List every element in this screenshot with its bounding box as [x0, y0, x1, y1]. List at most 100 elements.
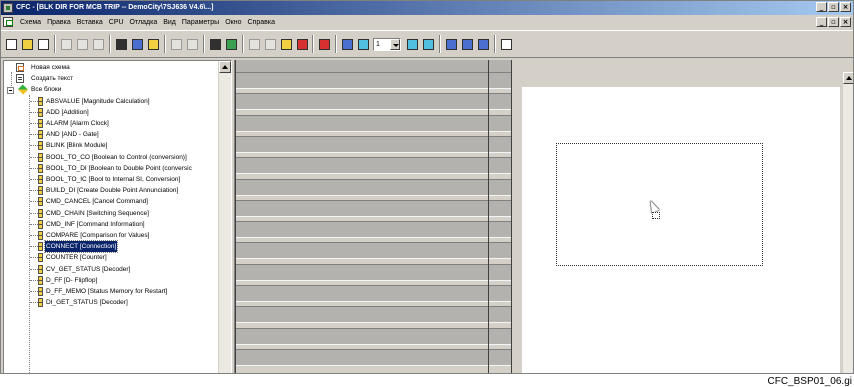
redo-button[interactable] [263, 36, 278, 52]
tree-item[interactable]: AND [AND - Gate] [4, 129, 218, 140]
tree-item[interactable]: CMD_CANCEL [Cancel Command] [4, 196, 218, 207]
tree-item[interactable]: ABSVALUE [Magnitude Calculation] [4, 96, 218, 107]
tree-item[interactable]: CMD_INF [Command Information] [4, 219, 218, 230]
doc-restore-button[interactable]: ▫ [828, 17, 839, 27]
test-button[interactable] [295, 36, 310, 52]
tree-item[interactable]: BUILD_DI [Create Double Point Annunciati… [4, 185, 218, 196]
tree-item[interactable]: D_FF_MEMO [Status Memory for Restart] [4, 286, 218, 297]
collapse-toggle-icon[interactable] [7, 87, 14, 95]
doc-close-button[interactable]: × [840, 17, 851, 27]
maximize-button[interactable]: ▫ [828, 2, 839, 12]
block-catalog-tree[interactable]: Новая схема Создать текст Все блоки ABSVALU… [3, 60, 232, 373]
tree-item[interactable]: ADD [Addition] [4, 107, 218, 118]
overview-button[interactable] [130, 36, 145, 52]
sheet-view-button[interactable] [114, 36, 129, 52]
paste-button[interactable] [91, 36, 106, 52]
undo-icon [249, 38, 260, 50]
tree-item[interactable]: BLINK [Blink Module] [4, 140, 218, 151]
sheet-border-row [235, 221, 512, 239]
zoom-in-button[interactable] [405, 36, 420, 52]
menu-insert[interactable]: Вставка [74, 15, 106, 30]
undo-button[interactable] [247, 36, 262, 52]
document-icon[interactable] [3, 17, 13, 27]
tree-item-label: CMD_CANCEL [Cancel Command] [46, 198, 148, 206]
column-divider [235, 60, 236, 373]
zoom-out-button[interactable] [421, 36, 436, 52]
next-sheet-button[interactable] [185, 36, 200, 52]
print-button[interactable] [36, 36, 51, 52]
prev-sheet-icon [171, 38, 182, 50]
toggle-button[interactable] [356, 36, 371, 52]
window-icon [446, 38, 457, 50]
run-button[interactable] [279, 36, 294, 52]
doc-minimize-button[interactable]: _ [816, 17, 827, 27]
split-button[interactable] [460, 36, 475, 52]
tree-item[interactable]: COUNTER [Counter] [4, 252, 218, 263]
zoom-in-icon [407, 38, 418, 50]
sheet-border-row [235, 178, 512, 196]
tree-item[interactable]: BOOL_TO_IC [Bool to Internal SI, Convers… [4, 174, 218, 185]
level-combo[interactable]: 1 [373, 38, 401, 51]
help-icon [501, 38, 512, 50]
chart-sheet[interactable] [522, 87, 840, 373]
tree-item[interactable]: CONNECT [Connection] [4, 240, 218, 254]
tree-item[interactable]: DI_GET_STATUS [Decoder] [4, 297, 218, 308]
tree-item[interactable]: BOOL_TO_CO [Boolean to Control (conversi… [4, 152, 218, 163]
tree-scrollbar[interactable] [218, 61, 231, 373]
menu-cpu[interactable]: CPU [106, 15, 127, 30]
copy-button[interactable] [75, 36, 90, 52]
cut-button[interactable] [59, 36, 74, 52]
tree-item[interactable]: CMD_CHAIN [Switching Sequence] [4, 208, 218, 219]
menu-help[interactable]: Справка [245, 15, 278, 30]
catalog-icon [226, 38, 237, 50]
toolbar-separator [109, 35, 111, 53]
menu-debug[interactable]: Отладка [127, 15, 161, 30]
tree-item-label: Новая схема [31, 64, 70, 71]
tree-item-label: ALARM [Alarm Clock] [46, 120, 109, 127]
tree-item-label: CMD_CHAIN [Switching Sequence] [46, 209, 149, 217]
block-button[interactable] [208, 36, 223, 52]
block-library-icon [17, 84, 29, 95]
help-button[interactable] [499, 36, 514, 52]
chart-sheet-columns[interactable] [234, 60, 512, 373]
app-icon[interactable] [3, 3, 13, 13]
scroll-up-arrow-icon[interactable] [219, 61, 231, 73]
function-block-icon [38, 175, 43, 184]
print-icon [38, 38, 49, 50]
title-bar[interactable]: CFC - [BLK DIR FOR MCB TRIP -- DemoCity\… [1, 1, 853, 15]
toolbar-separator [164, 35, 166, 53]
tree-item[interactable]: ALARM [Alarm Clock] [4, 118, 218, 129]
tree-item[interactable]: COMPARE [Comparison for Values] [4, 230, 218, 241]
minimize-button[interactable]: _ [816, 2, 827, 12]
drawing-area[interactable] [512, 60, 842, 373]
tree-item[interactable]: BOOL_TO_DI [Boolean to Double Point (con… [4, 163, 218, 174]
catalog-button[interactable] [224, 36, 239, 52]
chevron-down-icon[interactable] [390, 39, 400, 50]
tree-item[interactable]: CV_GET_STATUS [Decoder] [4, 264, 218, 275]
function-block-icon [38, 152, 43, 162]
new-button[interactable] [4, 36, 19, 52]
panel-button[interactable] [476, 36, 491, 52]
close-button[interactable]: × [840, 2, 851, 12]
chart-button[interactable] [146, 36, 161, 52]
grid-button[interactable] [340, 36, 355, 52]
tree-item[interactable]: D_FF [D- Flipflop] [4, 275, 218, 286]
tree-line [30, 223, 38, 225]
open-button[interactable] [20, 36, 35, 52]
prev-sheet-button[interactable] [169, 36, 184, 52]
menu-edit[interactable]: Правка [44, 15, 74, 30]
tree-item[interactable]: Все блоки [4, 84, 218, 95]
scroll-up-arrow-icon[interactable] [843, 72, 853, 84]
window-controls: _ ▫ × [816, 2, 851, 12]
menu-window[interactable]: Окно [222, 15, 244, 30]
function-block-icon [38, 107, 43, 117]
tree-item[interactable]: Создать текст [4, 73, 218, 84]
menu-view[interactable]: Вид [160, 15, 179, 30]
menu-options[interactable]: Параметры [179, 15, 222, 30]
window-button[interactable] [444, 36, 459, 52]
compile-button[interactable] [317, 36, 332, 52]
sheet-vertical-scrollbar[interactable] [842, 72, 853, 373]
tree-item[interactable]: Новая схема [4, 62, 218, 73]
menu-chart[interactable]: Схема [17, 15, 44, 30]
tree-line [30, 123, 38, 124]
